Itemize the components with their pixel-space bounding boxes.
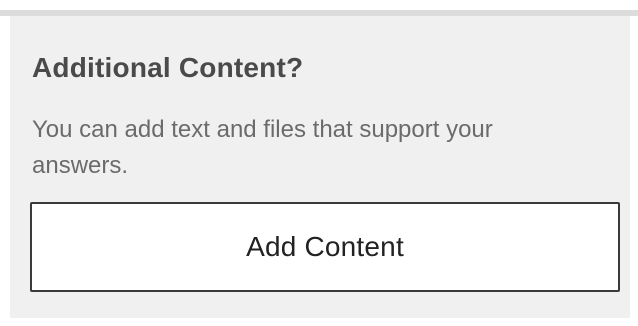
section-title: Additional Content? (32, 52, 304, 83)
add-content-button-label: Add Content (246, 231, 404, 262)
add-content-button[interactable]: Add Content (30, 202, 620, 292)
section-description: You can add text and files that support … (32, 116, 493, 179)
top-spacer (0, 0, 638, 10)
additional-content-panel: Additional Content? You can add text and… (10, 16, 630, 318)
right-edge-spacer (630, 16, 638, 326)
